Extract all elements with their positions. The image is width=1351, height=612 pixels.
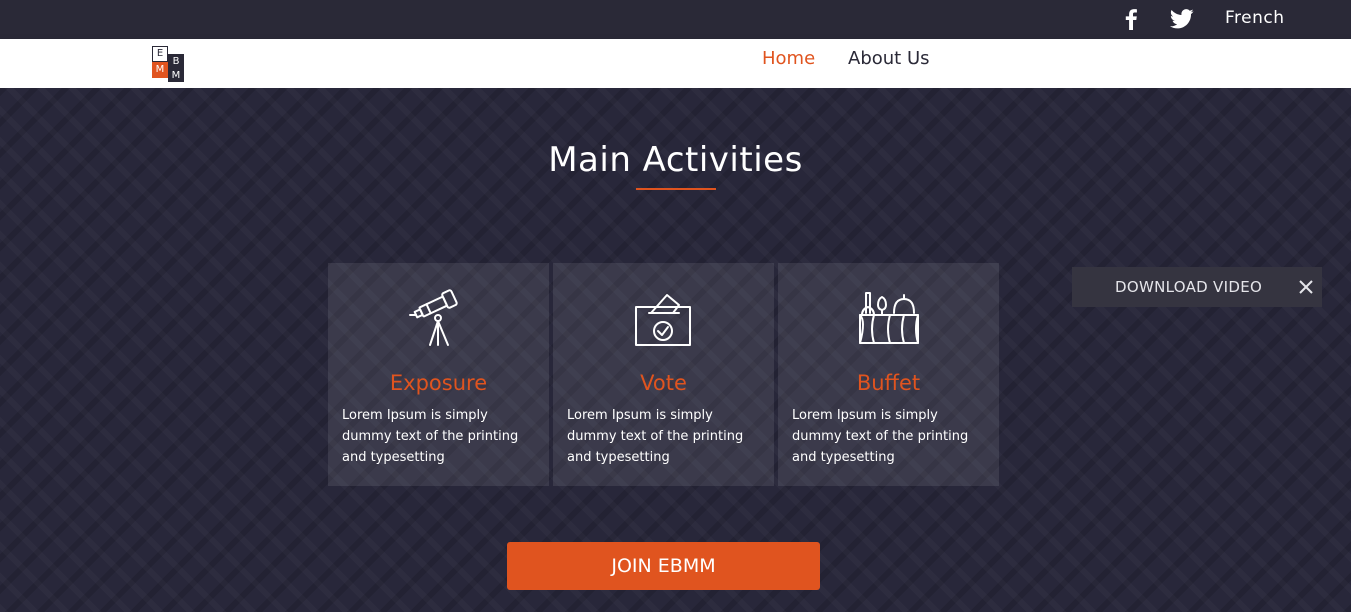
twitter-icon[interactable] [1169, 9, 1194, 29]
main-activities-section: Main Activities Exposure Lorem Ipsum is … [0, 88, 1351, 612]
card-title: Buffet [856, 371, 921, 395]
telescope-icon [408, 285, 470, 349]
card-title: Vote [640, 371, 687, 395]
card-title: Exposure [389, 371, 488, 395]
top-bar: French [0, 0, 1351, 39]
activity-card-buffet: Buffet Lorem Ipsum is simply dummy text … [778, 263, 999, 486]
card-text: Lorem Ipsum is simply dummy text of the … [342, 408, 519, 465]
logo-letter: E [152, 46, 168, 62]
navbar: E B M M Home About Us [0, 39, 1351, 88]
logo-letter: B [168, 54, 184, 70]
nav-home-link[interactable]: Home [762, 48, 815, 69]
logo-letter: M [152, 62, 168, 78]
language-switch[interactable]: French [1225, 8, 1285, 28]
activity-card-vote: Vote Lorem Ipsum is simply dummy text of… [553, 263, 774, 486]
close-icon[interactable] [1298, 279, 1314, 295]
logo-letter: M [168, 70, 184, 82]
ebmm-logo[interactable]: E B M M [152, 44, 186, 82]
facebook-icon[interactable] [1122, 8, 1140, 30]
download-video-label[interactable]: DOWNLOAD VIDEO [1115, 278, 1262, 296]
nav-about-link[interactable]: About Us [848, 48, 930, 69]
join-ebmm-button[interactable]: JOIN EBMM [507, 542, 820, 590]
download-video-popup[interactable]: DOWNLOAD VIDEO [1072, 267, 1322, 307]
ballot-box-icon [633, 285, 695, 349]
activity-card-exposure: Exposure Lorem Ipsum is simply dummy tex… [328, 263, 549, 486]
card-text: Lorem Ipsum is simply dummy text of the … [792, 408, 969, 465]
card-text: Lorem Ipsum is simply dummy text of the … [567, 408, 744, 465]
section-title: Main Activities [548, 140, 803, 180]
buffet-icon [858, 285, 920, 349]
title-underline [636, 188, 716, 190]
